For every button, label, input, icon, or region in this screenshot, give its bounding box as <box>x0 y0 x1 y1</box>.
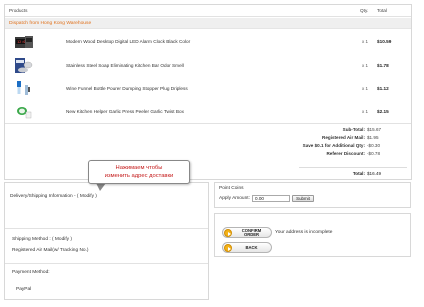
shipping-fee-value: $1.95 <box>367 135 379 140</box>
address-status-text: Your address is incomplete <box>275 230 333 235</box>
callout-line-2: изменить адрес доставки <box>104 173 174 179</box>
delivery-panel: Delivery/Shipping Information - ( Modify… <box>4 182 209 300</box>
delivery-info-link[interactable]: Delivery/Shipping Information - ( Modify… <box>10 194 97 199</box>
apply-amount-input[interactable]: 0.00 <box>252 195 290 202</box>
product-qty: x 1 <box>362 39 369 44</box>
product-row: 12:0 Modern Wood Desktop Digital LED Ala… <box>5 31 411 53</box>
point-coins-panel: Point Coins Apply Amount: 0.00 Submit <box>214 182 411 208</box>
product-qty: x 1 <box>362 63 369 68</box>
alarm-clock-thumbnail[interactable]: 12:0 <box>14 32 34 52</box>
referer-discount-label: Referer Discount: <box>326 151 365 156</box>
grand-total-label: Total: <box>352 171 365 176</box>
product-price: $10.59 <box>377 39 392 44</box>
confirm-order-button[interactable]: CONFIRM ORDER <box>222 227 272 238</box>
confirm-label-line-2: ORDER <box>243 232 260 238</box>
product-row: Stainless Steel Soap Eliminating Kitchen… <box>5 55 411 77</box>
modify-address-callout: Нажимаем чтобы изменить адрес доставки <box>88 160 190 184</box>
grand-total-divider <box>299 167 407 168</box>
svg-text:12:0: 12:0 <box>17 40 25 44</box>
callout-line-1: Нажимаем чтобы <box>115 165 163 171</box>
product-price: $2.15 <box>377 109 389 114</box>
product-name[interactable]: New Kitchen Helper Garlic Press Peeler G… <box>66 109 184 114</box>
product-name[interactable]: Modern Wood Desktop Digital LED Alarm Cl… <box>66 39 190 44</box>
product-qty: x 1 <box>362 86 369 91</box>
order-actions-panel: CONFIRM ORDER Your address is incomplete… <box>214 213 411 257</box>
product-name[interactable]: Stainless Steel Soap Eliminating Kitchen… <box>66 63 184 68</box>
products-column-header: Products <box>9 8 28 13</box>
warehouse-bar: Dispatch from Hong Kong Warehouse <box>5 18 411 29</box>
submit-points-button[interactable]: Submit <box>292 195 314 202</box>
delivery-divider <box>5 228 208 229</box>
subtotal-row: Sub-Total: $15.67 <box>111 127 411 134</box>
back-button[interactable]: BACK <box>222 242 272 253</box>
grand-total-value: $16.49 <box>367 171 382 176</box>
referer-discount-value: -$0.78 <box>367 151 381 156</box>
shipping-divider <box>5 263 208 264</box>
arrow-right-icon <box>224 244 232 252</box>
products-header: Products Qty. Total <box>5 5 411 17</box>
callout-pointer <box>96 183 106 191</box>
subtotal-value: $15.67 <box>367 127 382 132</box>
order-products-panel: Products Qty. Total Dispatch from Hong K… <box>4 4 412 180</box>
confirm-order-label: CONFIRM ORDER <box>234 228 269 238</box>
shipping-method-link[interactable]: Shipping Method : ( Modify ) <box>12 237 72 242</box>
product-name[interactable]: Wine Funnel Bottle Pourer Dumping Stoppe… <box>66 86 188 91</box>
product-row: Wine Funnel Bottle Pourer Dumping Stoppe… <box>5 78 411 100</box>
apply-amount-label: Apply Amount: <box>219 196 250 201</box>
quantity-discount-row: Save $0.1 for Additional Qty: -$0.30 <box>111 143 411 150</box>
referer-discount-row: Referer Discount: -$0.78 <box>111 151 411 158</box>
wine-funnel-thumbnail[interactable] <box>14 79 34 99</box>
product-qty: x 1 <box>362 109 369 114</box>
payment-method-label: Payment Method: <box>12 270 50 275</box>
shipping-method-value: Registered Air Mail(w/ Tracking No.) <box>12 248 89 253</box>
total-column-header: Total <box>377 8 387 13</box>
shipping-fee-row: Registered Air Mail: $1.95 <box>111 135 411 142</box>
totals-divider <box>5 123 411 124</box>
subtotal-label: Sub-Total: <box>342 127 365 132</box>
point-coins-title: Point Coins <box>219 186 244 191</box>
quantity-discount-label: Save $0.1 for Additional Qty: <box>302 143 365 148</box>
product-price: $1.12 <box>377 86 389 91</box>
steel-soap-thumbnail[interactable] <box>14 56 34 76</box>
payment-method-value: PayPal <box>16 287 32 292</box>
garlic-press-thumbnail[interactable] <box>14 102 34 122</box>
warehouse-label: Dispatch from Hong Kong Warehouse <box>9 21 92 26</box>
shipping-fee-label: Registered Air Mail: <box>322 135 365 140</box>
product-price: $1.78 <box>377 63 389 68</box>
back-label: BACK <box>245 245 258 250</box>
arrow-right-icon <box>224 229 232 237</box>
qty-column-header: Qty. <box>360 8 369 13</box>
product-row: New Kitchen Helper Garlic Press Peeler G… <box>5 101 411 123</box>
quantity-discount-value: -$0.30 <box>367 143 381 148</box>
